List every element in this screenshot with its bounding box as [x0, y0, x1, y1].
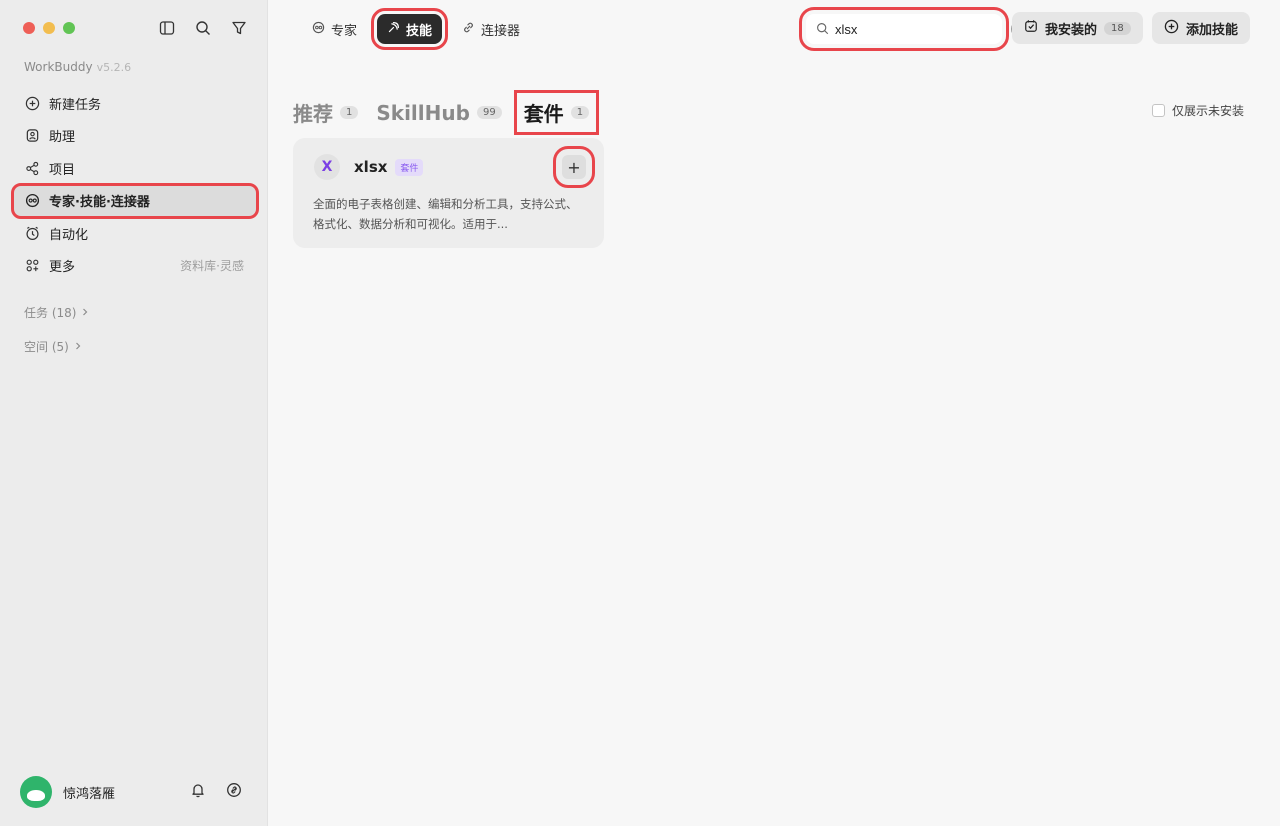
xlsx-logo-icon: X: [314, 154, 340, 180]
installed-icon: [1024, 19, 1038, 37]
clock-icon: [24, 225, 40, 241]
maximize-window-button[interactable]: [63, 22, 75, 34]
chevron-right-icon: [73, 340, 83, 354]
category-count: 1: [340, 106, 359, 119]
main-content: 专家 技能 连接器 ✕ 我安装的 18 添加技能: [268, 0, 1280, 826]
sidebar-item-label: 助理: [49, 130, 76, 145]
expert-icon: [312, 21, 325, 38]
sidebar-toolbar: [158, 19, 248, 37]
search-box[interactable]: ✕: [799, 7, 1019, 51]
sidebar: WorkBuddy v5.2.6 新建任务 助理 项目 专家·技能·连接器 自动化: [0, 0, 268, 826]
sidebar-item-new-task[interactable]: 新建任务: [14, 88, 256, 118]
category-suites[interactable]: 套件 1: [513, 90, 600, 135]
card-title: xlsx: [354, 158, 388, 176]
category-label: 推荐: [293, 102, 333, 126]
link-icon[interactable]: [226, 782, 242, 802]
installed-label: 我安装的: [1045, 22, 1098, 38]
sidebar-item-label: 专家·技能·连接器: [49, 195, 150, 210]
user-name: 惊鸿落雁: [63, 786, 116, 802]
category-recommended[interactable]: 推荐 1: [293, 98, 359, 127]
tab-experts[interactable]: 专家: [302, 14, 367, 44]
app-window: WorkBuddy v5.2.6 新建任务 助理 项目 专家·技能·连接器 自动化: [0, 0, 1280, 826]
sidebar-toggle-icon[interactable]: [158, 19, 176, 37]
app-version: v5.2.6: [96, 61, 132, 74]
category-label: SkillHub: [376, 100, 470, 125]
category-skillhub[interactable]: SkillHub 99: [376, 100, 502, 125]
section-label: 任务 (18): [24, 306, 77, 320]
user-profile[interactable]: 惊鸿落雁: [20, 776, 115, 808]
top-tabs: 专家 技能 连接器: [302, 8, 530, 50]
add-skill-button[interactable]: 添加技能: [1152, 12, 1251, 44]
grid-icon: [24, 258, 40, 274]
tab-label: 连接器: [481, 23, 521, 39]
bell-icon[interactable]: [190, 782, 206, 802]
sidebar-item-label: 新建任务: [49, 97, 102, 113]
uninstalled-only-checkbox[interactable]: [1151, 104, 1165, 117]
expert-icon: [24, 193, 40, 209]
project-icon: [24, 160, 40, 176]
uninstalled-only-filter[interactable]: 仅展示未安装: [1151, 102, 1244, 119]
filter-label: 仅展示未安装: [1171, 104, 1244, 118]
installed-button[interactable]: 我安装的 18: [1012, 12, 1143, 44]
sidebar-item-more[interactable]: 更多 资料库·灵感: [14, 251, 256, 281]
skill-icon: [387, 21, 400, 38]
card-description: 全面的电子表格创建、编辑和分析工具，支持公式、格式化、数据分析和可视化。适用于.…: [313, 197, 578, 231]
category-count: 1: [570, 106, 590, 119]
skill-card[interactable]: X xlsx 套件 + 全面的电子表格创建、编辑和分析工具，支持公式、格式化、数…: [293, 138, 604, 248]
tab-connectors[interactable]: 连接器: [452, 14, 530, 44]
sidebar-nav: 新建任务 助理 项目 专家·技能·连接器 自动化 更多 资料库·灵感: [11, 88, 259, 283]
search-input[interactable]: [835, 21, 1011, 37]
search-icon[interactable]: [194, 19, 212, 37]
category-tabs: 推荐 1 SkillHub 99 套件 1: [293, 90, 603, 135]
section-tasks[interactable]: 任务 (18): [24, 304, 90, 321]
section-label: 空间 (5): [24, 340, 69, 354]
user-toolbar: [190, 782, 242, 802]
suite-tag: 套件: [395, 158, 424, 176]
sidebar-item-experts-skills-connectors[interactable]: 专家·技能·连接器: [11, 182, 259, 219]
chevron-right-icon: [80, 306, 90, 320]
minimize-window-button[interactable]: [43, 22, 55, 34]
sidebar-item-project[interactable]: 项目: [14, 153, 256, 183]
sidebar-item-assistant[interactable]: 助理: [14, 121, 256, 151]
search-icon: [816, 20, 829, 39]
app-brand: WorkBuddy v5.2.6: [24, 60, 131, 74]
avatar[interactable]: [20, 776, 52, 808]
sidebar-item-label: 项目: [49, 162, 76, 178]
sidebar-item-label: 自动化: [49, 227, 89, 243]
close-window-button[interactable]: [23, 22, 35, 34]
window-controls: [23, 22, 75, 34]
sidebar-item-label: 更多: [49, 260, 76, 275]
filter-icon[interactable]: [230, 19, 248, 37]
tab-label: 技能: [406, 23, 433, 39]
plus-circle-icon: [24, 95, 40, 111]
app-name: WorkBuddy: [24, 60, 93, 74]
assistant-icon: [24, 128, 40, 144]
add-button[interactable]: +: [553, 146, 595, 188]
tab-skills[interactable]: 技能: [371, 8, 449, 50]
category-label: 套件: [523, 102, 564, 126]
sidebar-item-automation[interactable]: 自动化: [14, 218, 256, 248]
plus-circle-icon: [1164, 19, 1179, 38]
section-spaces[interactable]: 空间 (5): [24, 338, 83, 355]
link-icon: [462, 21, 475, 38]
tab-label: 专家: [331, 23, 358, 39]
add-skill-label: 添加技能: [1186, 22, 1239, 38]
more-hint: 资料库·灵感: [180, 259, 244, 273]
card-header: X xlsx 套件: [313, 154, 584, 180]
installed-count: 18: [1104, 21, 1131, 35]
category-count: 99: [476, 106, 502, 119]
